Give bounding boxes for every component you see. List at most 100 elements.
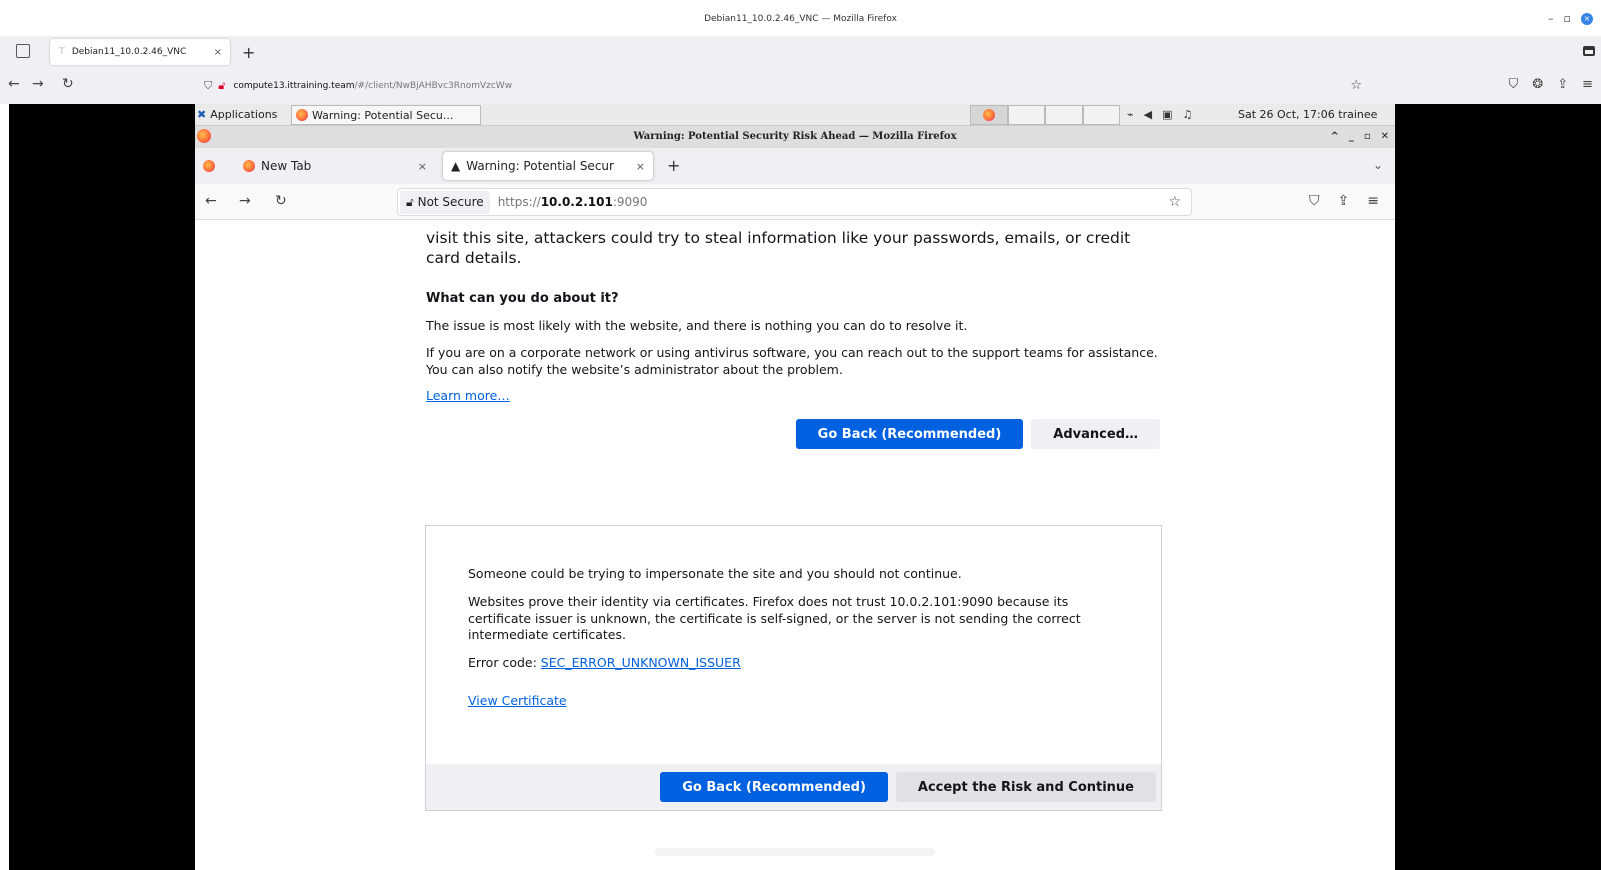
view-certificate-link[interactable]: View Certificate [468, 693, 567, 708]
maximize-icon[interactable]: ▫ [1364, 126, 1371, 148]
insecure-lock-icon[interactable]: 🔓︎ [218, 79, 225, 93]
url-scheme: https:// [497, 195, 541, 209]
go-back-button-secondary[interactable]: Go Back (Recommended) [660, 772, 888, 802]
new-tab-button[interactable]: + [242, 43, 255, 62]
outer-window-controls: – ▫ × [1548, 12, 1593, 25]
outer-title-bar: Debian11_10.0.2.46_VNC — Mozilla Firefox… [0, 0, 1601, 36]
clock-text: Sat 26 Oct, 17:06 [1238, 108, 1335, 121]
outer-window-title: Debian11_10.0.2.46_VNC — Mozilla Firefox [704, 14, 897, 24]
pocket-icon[interactable]: ⛉ [1309, 193, 1320, 209]
vnc-left-edge [0, 104, 9, 870]
go-back-button[interactable]: Go Back (Recommended) [795, 419, 1024, 450]
list-all-tabs-icon[interactable] [16, 44, 30, 58]
battery-icon[interactable]: ▣ [1162, 108, 1172, 121]
learn-more-link[interactable]: Learn more… [426, 388, 510, 403]
issue-explanation: The issue is most likely with the websit… [426, 317, 968, 333]
panel-clock[interactable]: Sat 26 Oct, 17:06 trainee [1238, 108, 1377, 121]
pocket-icon[interactable]: ⛉ [1509, 77, 1519, 92]
outer-url-bar[interactable]: ⛉ 🔓︎ compute13.ittraining.team /#/client… [196, 72, 1386, 100]
remote-window-controls: ^ _ ▫ ✕ [1330, 126, 1389, 148]
error-code-line: Error code: SEC_ERROR_UNKNOWN_ISSUER [468, 655, 741, 670]
forward-arrow-icon[interactable]: → [32, 76, 44, 92]
remote-window-titlebar: Warning: Potential Security Risk Ahead —… [195, 126, 1395, 148]
advanced-panel-footer: Go Back (Recommended) Accept the Risk an… [426, 764, 1161, 810]
chevron-down-icon[interactable]: ⌄ [1373, 158, 1383, 172]
maximize-icon[interactable]: ▫ [1564, 12, 1571, 25]
tab-menu-icon[interactable] [1583, 46, 1595, 56]
certificate-explanation: Websites prove their identity via certif… [468, 594, 1081, 642]
close-tab-icon[interactable]: × [636, 160, 645, 173]
minimize-icon[interactable]: _ [1349, 126, 1354, 148]
accept-risk-button[interactable]: Accept the Risk and Continue [895, 772, 1156, 802]
error-code-link[interactable]: SEC_ERROR_UNKNOWN_ISSUER [541, 655, 741, 670]
remote-panel: ✖ Applications Warning: Potential Secu..… [195, 104, 1395, 126]
new-tab-button[interactable]: + [667, 156, 680, 175]
taskbar-item-label: Warning: Potential Secu... [312, 108, 454, 122]
bookmark-star-icon[interactable]: ☆ [1168, 194, 1181, 210]
warning-page: visit this site, attackers could try to … [426, 222, 1166, 450]
firefox-view-icon[interactable] [203, 160, 215, 172]
share-icon[interactable]: ⇪ [1338, 193, 1350, 209]
extensions-icon[interactable]: ❂ [1532, 77, 1543, 92]
reload-icon[interactable]: ↻ [62, 76, 74, 92]
outer-nav-bar: ← → ↻ ⛉ 🔓︎ compute13.ittraining.team /#/… [0, 68, 1601, 104]
outer-tab-label: Debian11_10.0.2.46_VNC [71, 47, 187, 57]
hamburger-menu-icon[interactable]: ≡ [1582, 77, 1593, 92]
firefox-icon [197, 129, 211, 143]
close-icon[interactable]: ✕ [1381, 126, 1389, 148]
workspace-1[interactable] [970, 105, 1008, 125]
volume-icon[interactable]: ◀ [1144, 108, 1152, 121]
close-tab-icon[interactable]: × [418, 160, 427, 173]
outer-url-host: compute13.ittraining.team [233, 81, 355, 91]
tab-label: Warning: Potential Secur [466, 159, 614, 173]
firefox-icon [982, 109, 995, 121]
remote-url-bar[interactable]: 🔓︎ Not Secure https:// 10.0.2.101 :9090 … [397, 188, 1192, 216]
tab-label: New Tab [261, 159, 312, 173]
firefox-icon [296, 109, 308, 121]
impersonation-warning: Someone could be trying to impersonate t… [468, 566, 962, 581]
forward-arrow-icon[interactable]: → [239, 193, 251, 209]
workspace-switcher[interactable] [970, 105, 1120, 125]
minimize-icon[interactable]: – [1548, 12, 1554, 25]
corporate-network-note: If you are on a corporate network or usi… [426, 344, 1158, 377]
remote-tab-bar: New Tab × ▲ Warning: Potential Secur × +… [195, 148, 1395, 184]
notification-bell-icon[interactable]: ♫ [1183, 108, 1193, 121]
hamburger-menu-icon[interactable]: ≡ [1367, 193, 1379, 209]
what-can-you-do-heading: What can you do about it? [426, 291, 619, 307]
reload-icon[interactable]: ↻ [275, 193, 287, 209]
panel-user[interactable]: trainee [1338, 108, 1377, 121]
remote-desktop[interactable]: ✖ Applications Warning: Potential Secu..… [195, 104, 1395, 870]
workspace-3[interactable] [1045, 105, 1083, 125]
tab-security-warning[interactable]: ▲ Warning: Potential Secur × [443, 152, 653, 180]
vnc-right-border [1395, 104, 1601, 870]
network-icon[interactable]: ⌁ [1127, 108, 1134, 121]
not-secure-badge[interactable]: 🔓︎ Not Secure [400, 190, 490, 214]
advanced-panel: Someone could be trying to impersonate t… [425, 525, 1162, 811]
url-port: :9090 [612, 195, 648, 209]
system-tray: ⌁ ◀ ▣ ♫ [1127, 108, 1192, 121]
workspace-2[interactable] [1007, 105, 1045, 125]
risk-description: visit this site, attackers could try to … [426, 229, 1131, 268]
outer-tab-vnc[interactable]: ⊤ Debian11_10.0.2.46_VNC × [50, 39, 230, 65]
applications-menu[interactable]: ✖ Applications [197, 108, 277, 121]
remote-nav-bar: ← → ↻ 🔓︎ Not Secure https:// 10.0.2.101 … [195, 184, 1395, 220]
applications-label: Applications [210, 108, 278, 121]
outer-tab-bar: ⊤ Debian11_10.0.2.46_VNC × + [0, 36, 1601, 68]
taskbar-item-firefox[interactable]: Warning: Potential Secu... [291, 105, 481, 125]
close-tab-icon[interactable]: × [214, 47, 222, 58]
outer-url-path: /#/client/NwBjAHBvc3RnomVzcWw [354, 81, 513, 91]
window-shade-icon[interactable]: ^ [1330, 126, 1338, 148]
tracking-shield-icon[interactable]: ⛉ [204, 79, 212, 93]
xfce-logo-icon: ✖ [197, 108, 207, 121]
vnc-left-border [9, 104, 195, 870]
advanced-button[interactable]: Advanced… [1031, 419, 1160, 450]
close-icon[interactable]: × [1581, 12, 1593, 25]
scroll-shadow [655, 848, 935, 856]
back-arrow-icon[interactable]: ← [205, 193, 217, 209]
url-host: 10.0.2.101 [540, 195, 613, 209]
back-arrow-icon[interactable]: ← [8, 76, 20, 92]
bookmark-star-icon[interactable]: ☆ [1350, 78, 1362, 93]
tab-new-tab[interactable]: New Tab × [235, 152, 435, 180]
workspace-4[interactable] [1082, 105, 1120, 125]
share-icon[interactable]: ⇪ [1557, 77, 1568, 92]
